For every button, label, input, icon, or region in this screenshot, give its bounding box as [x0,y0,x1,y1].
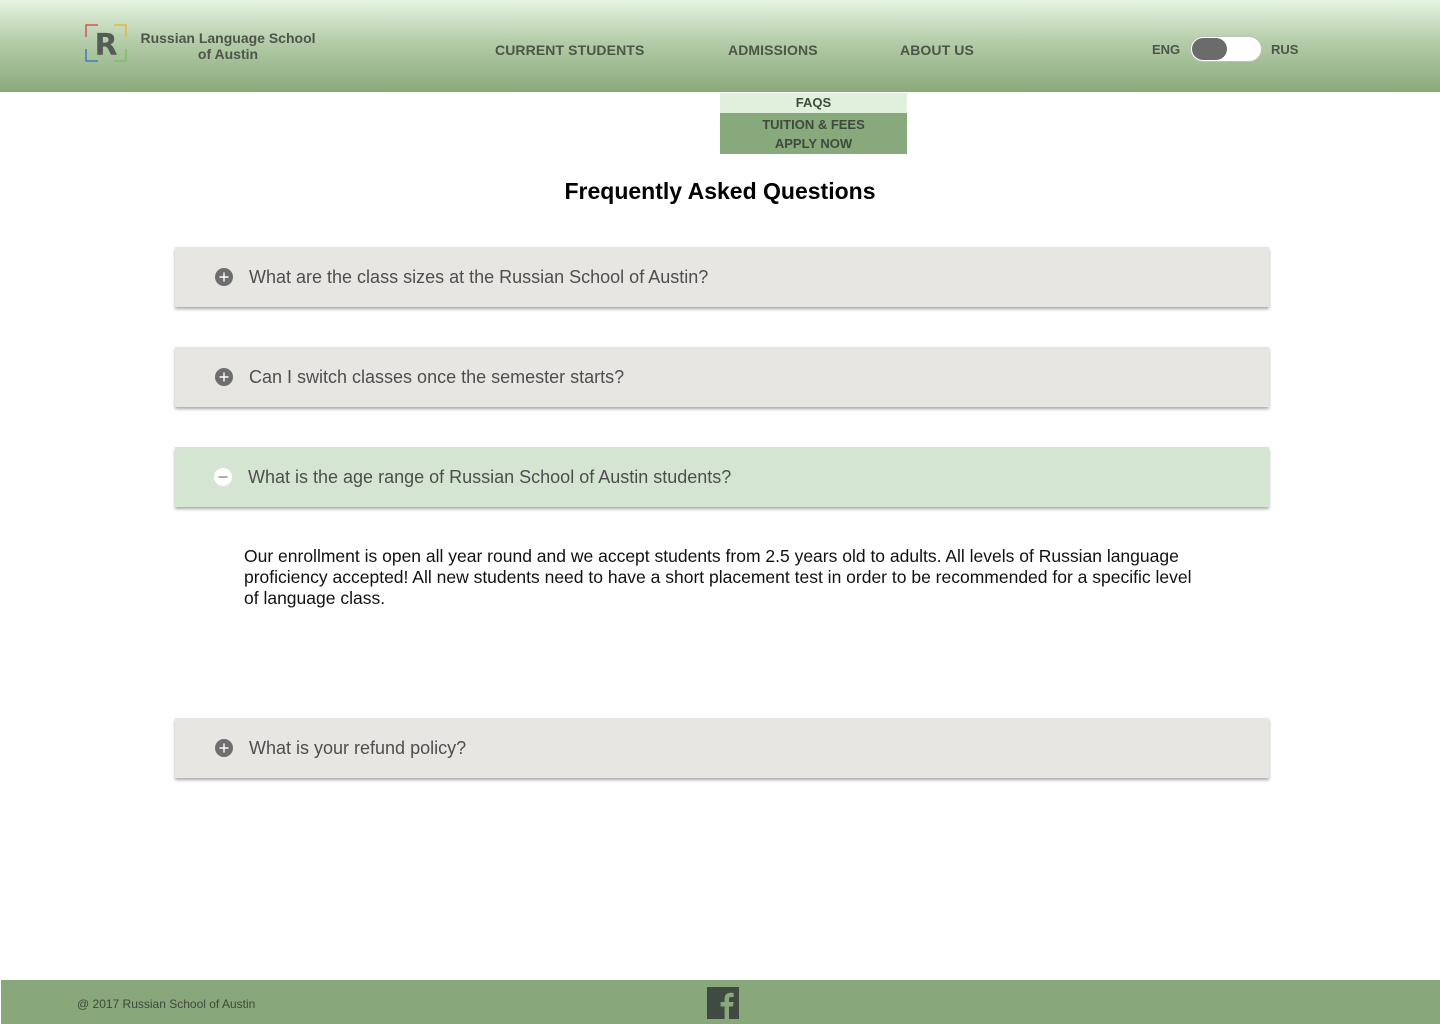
language-toggle-knob [1192,38,1227,60]
nav-admissions[interactable]: ADMISSIONS [728,42,818,58]
faq-item[interactable]: What are the class sizes at the Russian … [175,247,1269,307]
plus-circle-icon[interactable] [215,739,233,757]
nav-about-us[interactable]: ABOUT US [900,42,974,58]
minus-circle-icon[interactable] [214,468,232,486]
dropdown-item-faqs[interactable]: FAQS [720,93,907,113]
faq-item[interactable]: Can I switch classes once the semester s… [175,347,1269,407]
logo-icon[interactable]: R [85,24,127,62]
language-toggle[interactable] [1190,36,1262,62]
school-name[interactable]: Russian Language School of Austin [140,30,316,62]
lang-rus-label[interactable]: RUS [1271,42,1298,57]
faq-question: What are the class sizes at the Russian … [249,267,709,287]
plus-circle-icon[interactable] [215,368,233,386]
nav-current-students[interactable]: CURRENT STUDENTS [495,42,644,58]
faq-question: What is the age range of Russian School … [248,467,732,487]
page-title: Frequently Asked Questions [564,178,876,204]
dropdown-item-apply-now[interactable]: APPLY NOW [720,134,907,153]
faq-item[interactable]: What is your refund policy? [175,718,1269,778]
facebook-icon[interactable] [707,987,739,1019]
faq-question: What is your refund policy? [249,738,467,758]
plus-circle-icon[interactable] [215,268,233,286]
lang-eng-label[interactable]: ENG [1152,42,1180,57]
faq-answer: Our enrollment is open all year round an… [244,546,1192,608]
copyright-text: @ 2017 Russian School of Austin [77,997,256,1011]
school-name-line1: Russian Language School [140,30,316,46]
admissions-dropdown: FAQS TUITION & FEES APPLY NOW [720,93,907,154]
school-name-line2: of Austin [197,46,259,62]
faq-question: Can I switch classes once the semester s… [249,367,625,387]
dropdown-item-tuition-fees[interactable]: TUITION & FEES [720,115,907,134]
svg-text:R: R [94,28,117,62]
site-footer: @ 2017 Russian School of Austin [1,980,1440,1024]
site-header: R Russian Language School of Austin CURR… [0,0,1440,92]
faq-item-expanded[interactable]: What is the age range of Russian School … [175,447,1269,507]
